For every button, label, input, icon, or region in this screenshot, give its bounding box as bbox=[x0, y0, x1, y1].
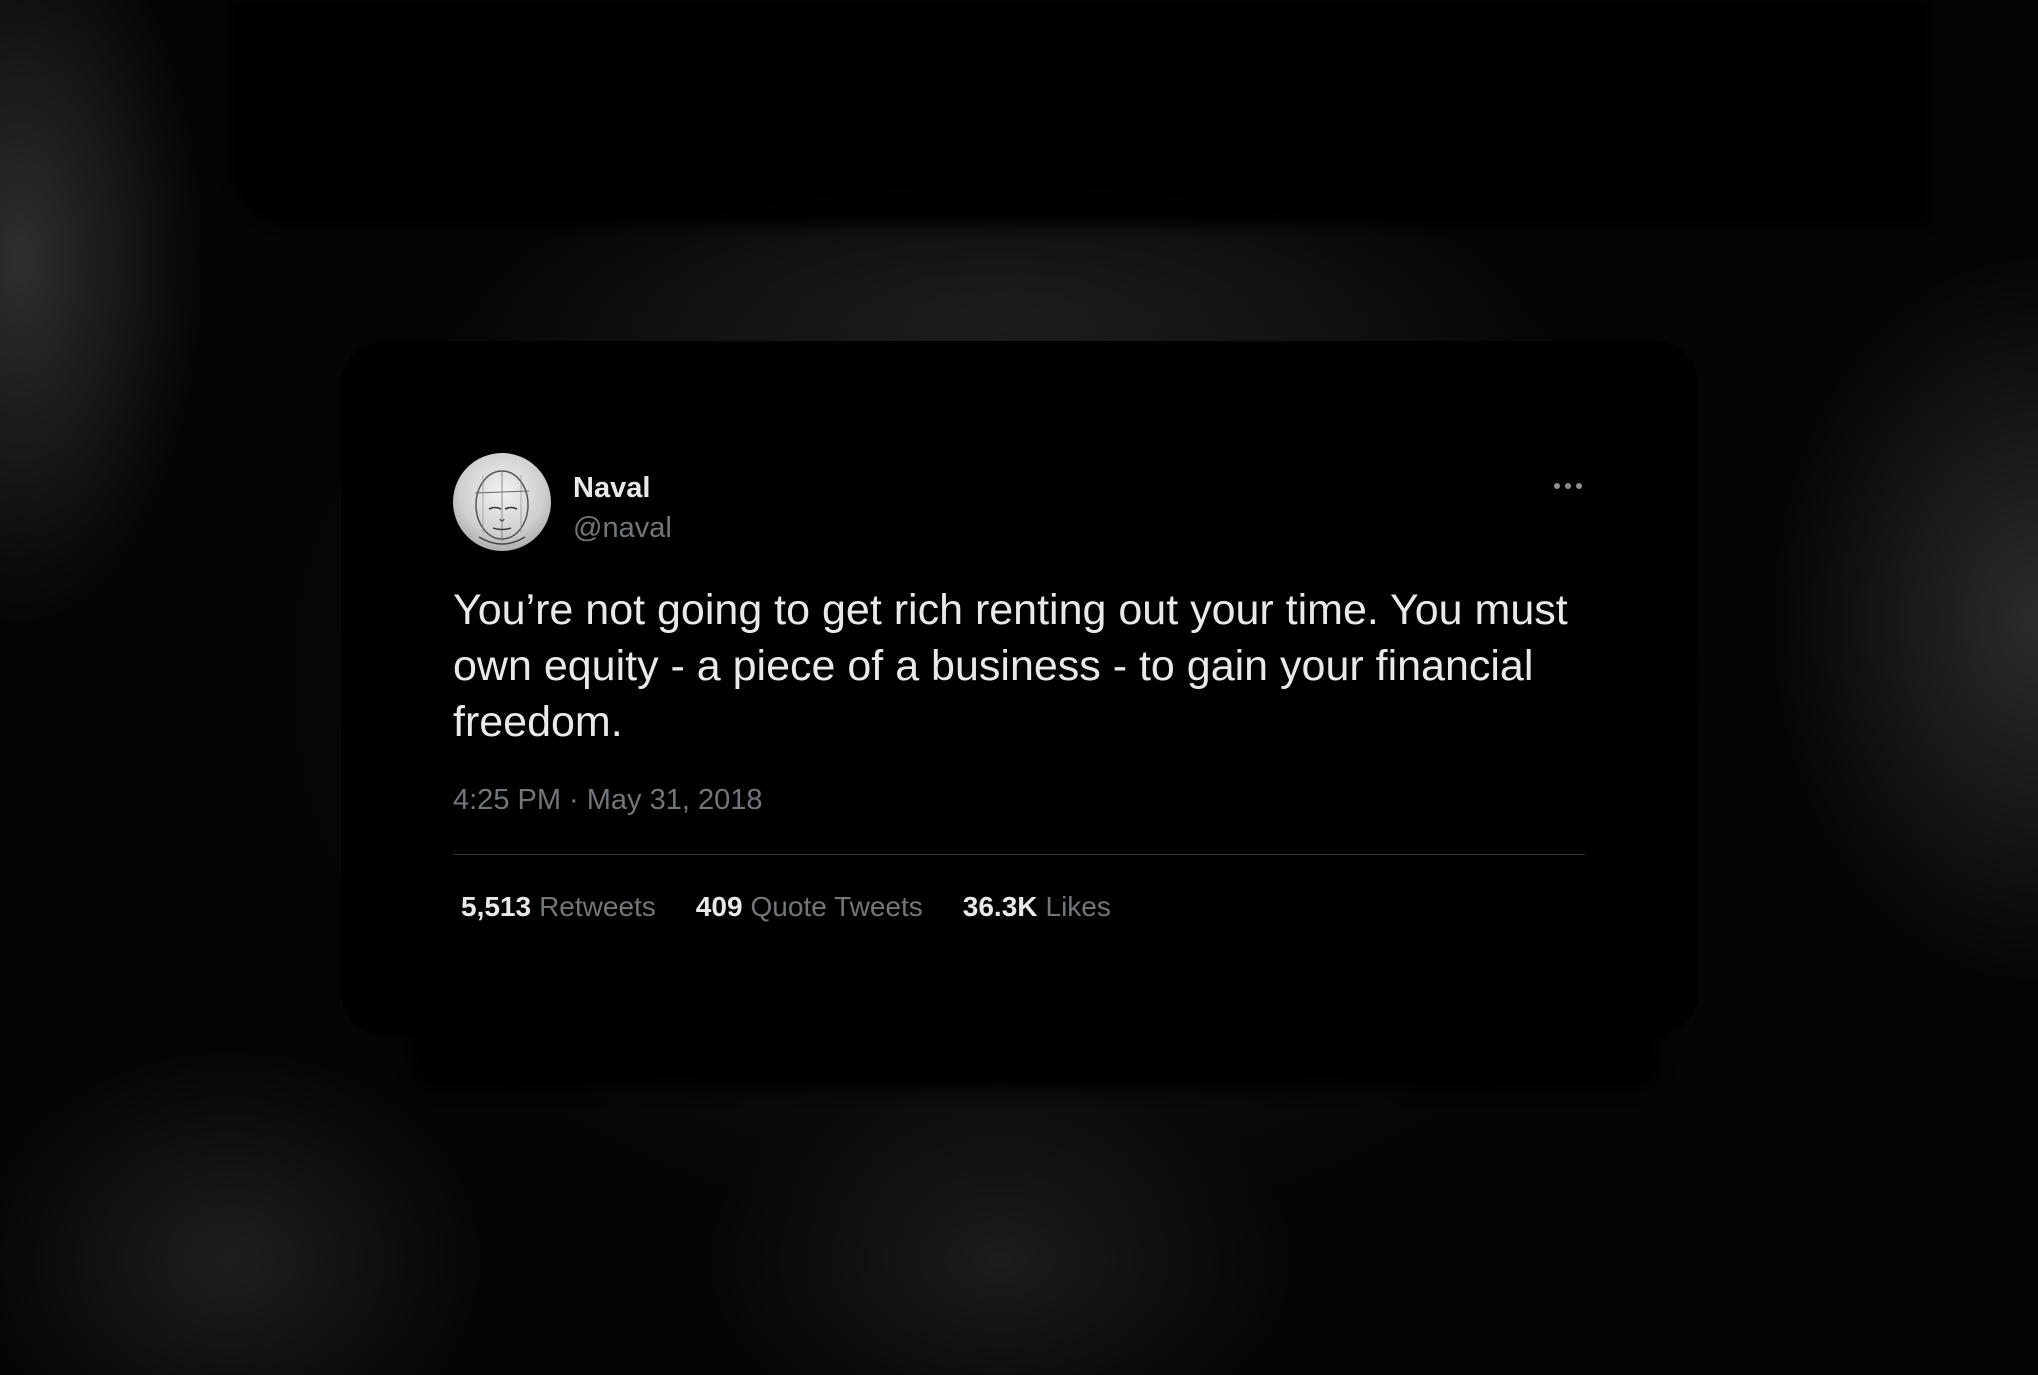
tweet-timestamp[interactable]: 4:25 PM · May 31, 2018 bbox=[453, 782, 763, 818]
likes-label: Likes bbox=[1045, 891, 1111, 922]
likes-stat[interactable]: 36.3K Likes bbox=[963, 889, 1111, 925]
quote-tweets-label: Quote Tweets bbox=[750, 891, 923, 922]
author-name[interactable]: Naval bbox=[573, 471, 650, 505]
tweet-header: Naval @naval bbox=[453, 453, 1588, 553]
tweet-card: Naval @naval You’re not going to get ric… bbox=[341, 341, 1698, 1036]
tweet-stats: 5,513 Retweets 409 Quote Tweets 36.3K Li… bbox=[461, 889, 1111, 925]
background-shadow-top bbox=[230, 0, 1930, 225]
quote-tweets-count: 409 bbox=[695, 891, 743, 922]
divider bbox=[453, 854, 1585, 855]
more-horizontal-icon[interactable] bbox=[1548, 473, 1588, 499]
retweets-label: Retweets bbox=[539, 891, 656, 922]
author-handle[interactable]: @naval bbox=[573, 511, 672, 545]
tweet-text: You’re not going to get rich renting out… bbox=[453, 586, 1568, 746]
quote-tweets-stat[interactable]: 409 Quote Tweets bbox=[696, 889, 923, 925]
avatar-sketch-icon bbox=[474, 470, 530, 545]
retweets-count: 5,513 bbox=[461, 891, 532, 922]
retweets-stat[interactable]: 5,513 Retweets bbox=[461, 889, 656, 925]
likes-count: 36.3K bbox=[962, 891, 1038, 922]
avatar[interactable] bbox=[453, 453, 551, 551]
